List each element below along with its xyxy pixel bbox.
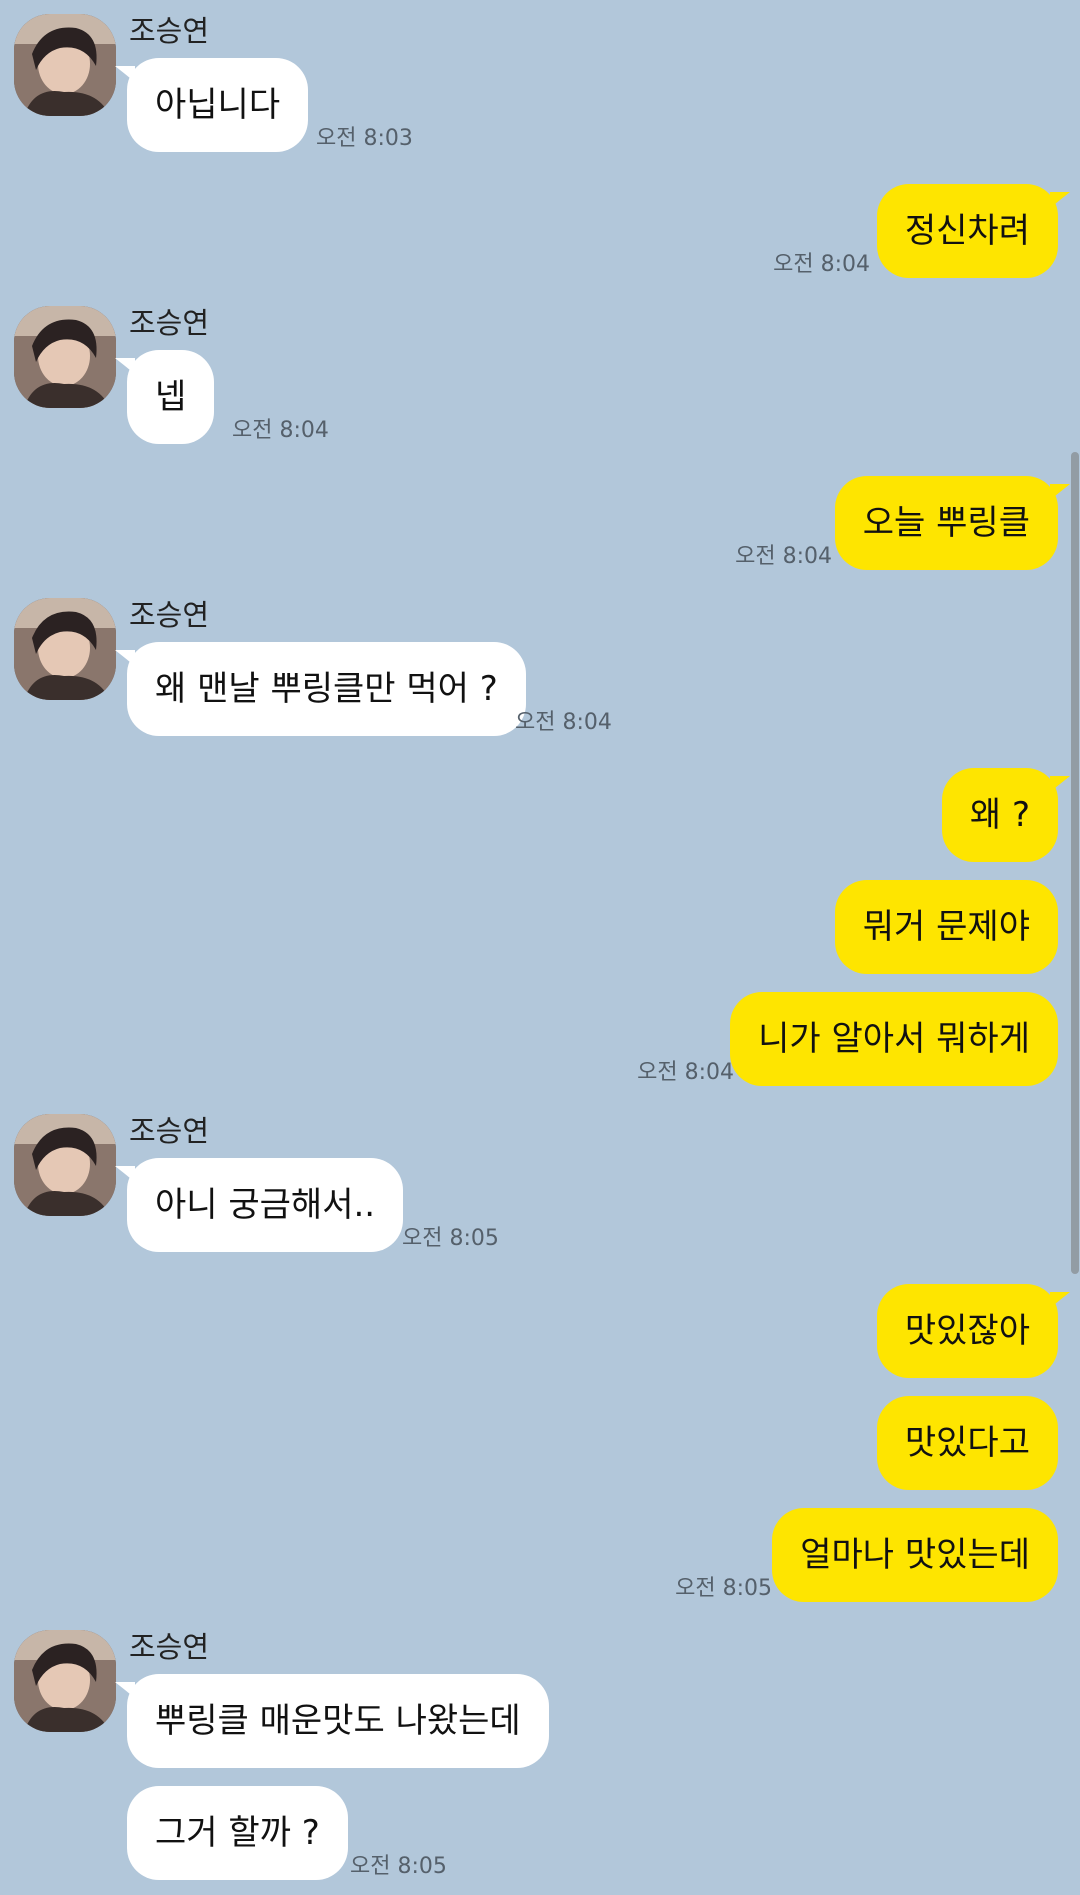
- incoming-message-bubble[interactable]: 뿌링클 매운맛도 나왔는데: [115, 1674, 549, 1768]
- message-row: 오전 8:04 정신차려: [0, 184, 1080, 278]
- message-row: 오전 8:04 오늘 뿌링클: [0, 476, 1080, 570]
- message-row: 그거 할까 ? 오전 8:05: [0, 1786, 1080, 1880]
- message-row: 오전 8:05 얼마나 맛있는데: [0, 1508, 1080, 1602]
- outgoing-message-bubble[interactable]: 왜 ?: [941, 768, 1070, 862]
- sender-name: 조승연: [129, 1630, 210, 1664]
- outgoing-message-bubble[interactable]: 오늘 뿌링클: [834, 476, 1070, 570]
- bubble-tail: [115, 66, 135, 82]
- message-text: 정신차려: [904, 211, 1030, 251]
- message-text: 뿌링클 매운맛도 나왔는데: [155, 1701, 521, 1741]
- outgoing-message-bubble[interactable]: 맛있잖아: [876, 1284, 1070, 1378]
- message-row: 맛있다고: [0, 1396, 1080, 1490]
- message-row: 넵 오전 8:04: [0, 350, 1080, 444]
- message-time: 오전 8:05: [350, 1854, 447, 1879]
- outgoing-message-bubble[interactable]: 얼마나 맛있는데: [772, 1508, 1058, 1602]
- message-text: 맛있다고: [904, 1423, 1030, 1463]
- sender-name: 조승연: [129, 598, 210, 632]
- outgoing-message-bubble[interactable]: 니가 알아서 뭐하게: [730, 992, 1058, 1086]
- message-text: 그거 할까 ?: [155, 1813, 320, 1853]
- bubble-tail: [115, 358, 135, 374]
- message-row: 왜 ?: [0, 768, 1080, 862]
- outgoing-message-bubble[interactable]: 정신차려: [876, 184, 1070, 278]
- message-text: 아닙니다: [155, 85, 281, 125]
- message-text: 얼마나 맛있는데: [800, 1535, 1030, 1575]
- bubble-tail: [1050, 192, 1070, 208]
- incoming-message-group: 조승연 뿌링클 매운맛도 나왔는데 그거 할까 ? 오전 8:05: [0, 1616, 1080, 1895]
- incoming-message-bubble[interactable]: 아닙니다: [115, 58, 309, 152]
- incoming-message-bubble[interactable]: 아니 궁금해서..: [115, 1158, 404, 1252]
- incoming-message-group: 조승연 아니 궁금해서.. 오전 8:05: [0, 1100, 1080, 1260]
- message-row: 오전 8:04 니가 알아서 뭐하게: [0, 992, 1080, 1086]
- message-text: 왜 맨날 뿌링클만 먹어 ?: [155, 669, 498, 709]
- message-text: 넵: [155, 377, 187, 417]
- message-row: 뿌링클 매운맛도 나왔는데: [0, 1674, 1080, 1768]
- message-text: 뭐거 문제야: [862, 907, 1030, 947]
- message-time: 오전 8:04: [232, 418, 329, 443]
- chat-message-list[interactable]: 조승연 아닙니다 오전 8:03 오전 8:04 정신차려 조승연 넵 오전 8…: [0, 0, 1080, 1895]
- incoming-message-group: 조승연 왜 맨날 뿌링클만 먹어 ? 오전 8:04: [0, 584, 1080, 744]
- incoming-message-bubble[interactable]: 왜 맨날 뿌링클만 먹어 ?: [115, 642, 526, 736]
- message-time: 오전 8:04: [637, 1060, 734, 1085]
- message-text: 오늘 뿌링클: [862, 503, 1030, 543]
- sender-name: 조승연: [129, 1114, 210, 1148]
- scrollbar[interactable]: [1071, 452, 1079, 1274]
- incoming-message-bubble[interactable]: 넵: [115, 350, 215, 444]
- bubble-tail: [115, 650, 135, 666]
- bubble-tail: [115, 1166, 135, 1182]
- message-row: 뭐거 문제야: [0, 880, 1080, 974]
- message-time: 오전 8:03: [316, 126, 413, 151]
- message-text: 니가 알아서 뭐하게: [758, 1019, 1030, 1059]
- message-row: 맛있잖아: [0, 1284, 1080, 1378]
- bubble-tail: [1050, 1292, 1070, 1308]
- message-time: 오전 8:05: [675, 1576, 772, 1601]
- message-time: 오전 8:04: [735, 544, 832, 569]
- message-text: 맛있잖아: [904, 1311, 1030, 1351]
- sender-name: 조승연: [129, 306, 210, 340]
- bubble-tail: [1050, 484, 1070, 500]
- incoming-message-group: 조승연 넵 오전 8:04: [0, 292, 1080, 452]
- outgoing-message-bubble[interactable]: 뭐거 문제야: [834, 880, 1058, 974]
- message-text: 아니 궁금해서..: [155, 1185, 376, 1225]
- message-text: 왜 ?: [969, 795, 1030, 835]
- message-time: 오전 8:04: [515, 710, 612, 735]
- message-row: 왜 맨날 뿌링클만 먹어 ? 오전 8:04: [0, 642, 1080, 736]
- incoming-message-bubble[interactable]: 그거 할까 ?: [127, 1786, 348, 1880]
- message-time: 오전 8:04: [773, 252, 870, 277]
- bubble-tail: [1050, 776, 1070, 792]
- bubble-tail: [115, 1682, 135, 1698]
- incoming-message-group: 조승연 아닙니다 오전 8:03: [0, 0, 1080, 160]
- message-row: 아니 궁금해서.. 오전 8:05: [0, 1158, 1080, 1252]
- message-time: 오전 8:05: [402, 1226, 499, 1251]
- outgoing-message-bubble[interactable]: 맛있다고: [876, 1396, 1058, 1490]
- sender-name: 조승연: [129, 14, 210, 48]
- message-row: 아닙니다 오전 8:03: [0, 58, 1080, 152]
